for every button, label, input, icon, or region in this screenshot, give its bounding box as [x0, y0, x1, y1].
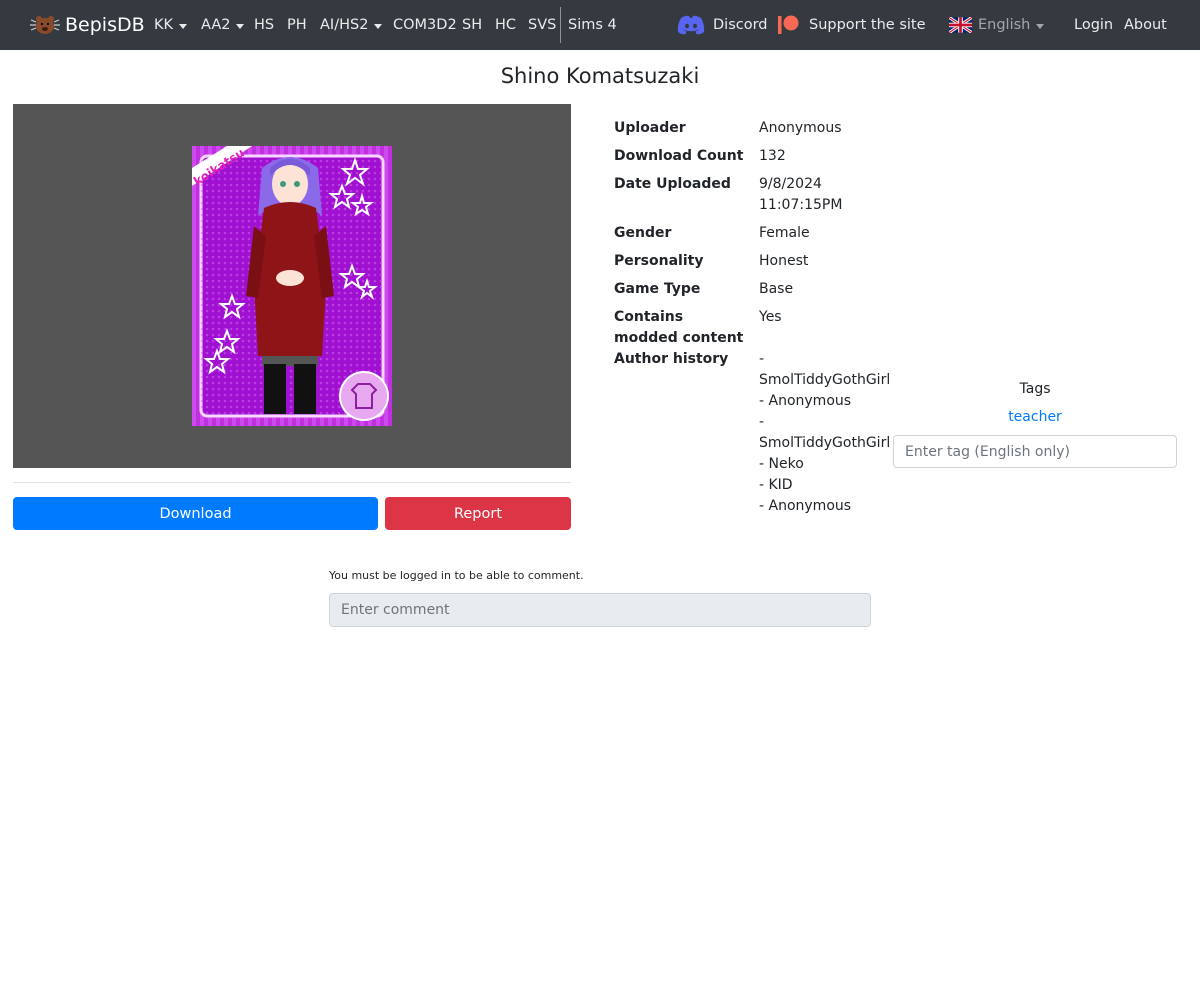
- tags-heading: Tags: [1019, 381, 1051, 397]
- login-label: Login: [1074, 17, 1114, 33]
- modded-value: Yes: [759, 309, 782, 325]
- author-history-line: - Neko: [759, 456, 804, 472]
- nav-aa2-dropdown[interactable]: AA2: [201, 0, 245, 50]
- date-uploaded-date: 9/8/2024: [759, 176, 822, 192]
- nav-ph-link[interactable]: PH: [287, 0, 307, 50]
- author-history-line: - Anonymous: [759, 393, 852, 409]
- date-uploaded-time: 11:07:15PM: [759, 197, 843, 213]
- personality-label: Personality: [614, 253, 704, 269]
- nav-sims4-link[interactable]: Sims 4: [568, 0, 617, 50]
- caret-down-icon: [1036, 23, 1045, 29]
- nav-separator: [560, 7, 561, 43]
- nav-kk-dropdown[interactable]: KK: [154, 0, 188, 50]
- discord-icon: [677, 15, 705, 35]
- patreon-icon: [778, 15, 799, 34]
- card-title: Shino Komatsuzaki: [500, 64, 700, 88]
- author-history-line: SmolTiddyGothGirl: [759, 435, 891, 451]
- tag-link-teacher[interactable]: teacher: [893, 409, 1177, 425]
- brand-name: BepisDB: [65, 14, 145, 36]
- nav-com3d2-link[interactable]: COM3D2: [393, 0, 457, 50]
- caret-down-icon: [374, 23, 383, 29]
- nav-com3d2-label: COM3D2: [393, 17, 457, 33]
- about-link[interactable]: About: [1124, 0, 1167, 50]
- nav-sh-label: SH: [462, 17, 483, 33]
- personality-value: Honest: [759, 253, 809, 269]
- nav-kk-label: KK: [154, 17, 174, 33]
- discord-label: Discord: [713, 17, 768, 33]
- author-history-line: - KID: [759, 477, 793, 493]
- support-link[interactable]: Support the site: [777, 0, 926, 50]
- nav-ph-label: PH: [287, 17, 307, 33]
- caret-down-icon: [179, 23, 188, 29]
- game-type-value: Base: [759, 281, 794, 297]
- download-count-label: Download Count: [614, 148, 744, 164]
- gender-value: Female: [759, 225, 810, 241]
- gender-label: Gender: [614, 225, 672, 241]
- download-button[interactable]: Download: [13, 497, 378, 530]
- tag-input[interactable]: [893, 435, 1177, 468]
- comment-input[interactable]: [329, 593, 871, 627]
- uploader-label: Uploader: [614, 120, 686, 136]
- bepis-logo-icon: [30, 16, 60, 34]
- author-history-label: Author history: [614, 351, 729, 367]
- character-card-image[interactable]: koikatsu: [192, 146, 392, 426]
- nav-sims4-label: Sims 4: [568, 17, 617, 33]
- about-label: About: [1124, 17, 1167, 33]
- nav-sh-link[interactable]: SH: [462, 0, 482, 50]
- language-dropdown[interactable]: English: [949, 0, 1045, 50]
- modded-label-line1: Contains: [614, 309, 684, 325]
- author-history-line: -: [759, 351, 765, 367]
- modded-label-line2: modded content: [614, 330, 744, 346]
- nav-svs-link[interactable]: SVS: [528, 0, 556, 50]
- date-uploaded-label: Date Uploaded: [614, 176, 731, 192]
- support-label: Support the site: [809, 17, 926, 33]
- uk-flag-icon: [949, 17, 972, 33]
- author-history-line: - Anonymous: [759, 498, 852, 514]
- author-history-line: SmolTiddyGothGirl: [759, 372, 891, 388]
- comment-login-note: You must be logged in to be able to comm…: [329, 569, 584, 582]
- report-button[interactable]: Report: [385, 497, 571, 530]
- brand-link[interactable]: BepisDB: [30, 0, 145, 50]
- nav-svs-label: SVS: [528, 17, 557, 33]
- caret-down-icon: [236, 23, 245, 29]
- navbar: BepisDB KK AA2 HS PH AI/HS2 COM3D2 SH HC…: [0, 0, 1200, 50]
- discord-link[interactable]: Discord: [677, 0, 768, 50]
- nav-hc-label: HC: [495, 17, 517, 33]
- card-preview: koikatsu: [13, 104, 571, 468]
- download-count-value: 132: [759, 148, 786, 164]
- nav-aa2-label: AA2: [201, 17, 231, 33]
- nav-ai-hs2-dropdown[interactable]: AI/HS2: [320, 0, 383, 50]
- nav-hc-link[interactable]: HC: [495, 0, 516, 50]
- nav-ai-hs2-label: AI/HS2: [320, 17, 369, 33]
- divider: [13, 482, 571, 483]
- language-label: English: [978, 17, 1031, 33]
- game-type-label: Game Type: [614, 281, 701, 297]
- author-history-line: -: [759, 414, 765, 430]
- nav-hs-link[interactable]: HS: [254, 0, 274, 50]
- login-link[interactable]: Login: [1074, 0, 1113, 50]
- nav-hs-label: HS: [254, 17, 275, 33]
- uploader-value: Anonymous: [759, 120, 842, 136]
